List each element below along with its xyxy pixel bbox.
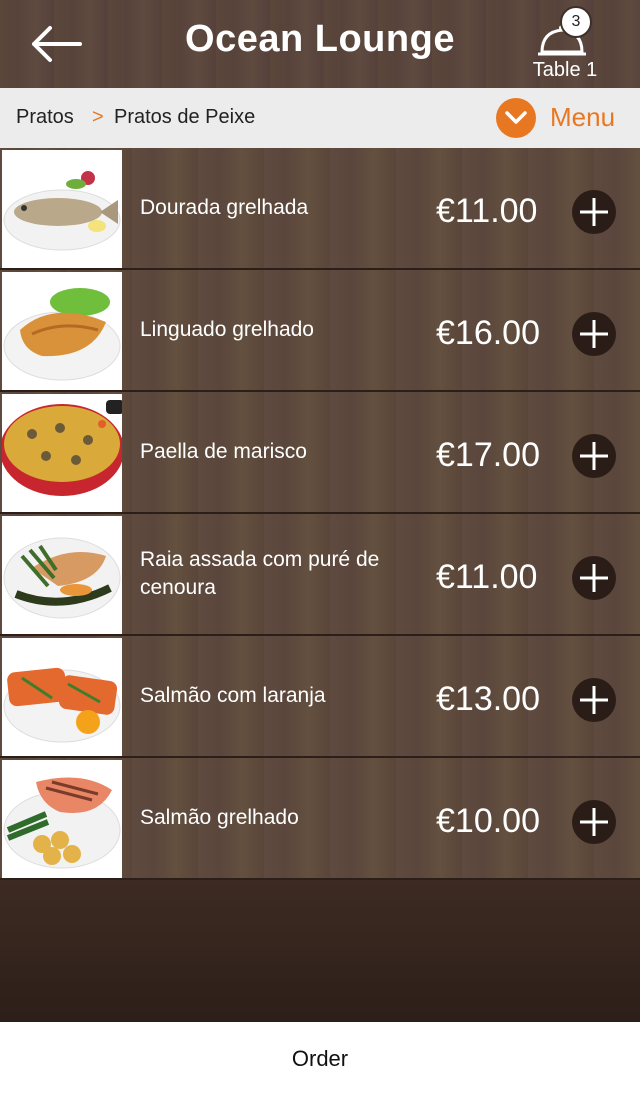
list-item[interactable]: Raia assada com puré de cenoura €11.00 (0, 514, 640, 636)
plus-icon (580, 442, 608, 470)
dish-name: Salmão grelhado (140, 806, 299, 829)
add-button[interactable] (572, 678, 616, 722)
dish-name: Linguado grelhado (140, 318, 314, 341)
add-button[interactable] (572, 556, 616, 600)
table-cart-button[interactable]: 3 Table 1 (520, 4, 610, 84)
plus-icon (580, 320, 608, 348)
dish-photo (2, 760, 122, 878)
add-button[interactable] (572, 312, 616, 356)
menu-label: Menu (550, 102, 616, 132)
add-button[interactable] (572, 434, 616, 478)
table-label: Table 1 (532, 59, 598, 81)
breadcrumb-separator: > (92, 106, 104, 128)
list-item[interactable]: Linguado grelhado €16.00 (0, 270, 640, 392)
bottom-bar: Order (0, 1022, 640, 1096)
dish-photo (2, 516, 122, 634)
dish-name: Dourada grelhada (140, 196, 309, 219)
dish-photo (2, 272, 122, 390)
cart-count-badge: 3 (560, 6, 592, 38)
dish-photo (2, 394, 122, 512)
dish-price: €16.00 (436, 314, 540, 352)
plus-icon (580, 808, 608, 836)
breadcrumb: Pratos > Pratos de Peixe Menu (0, 88, 640, 149)
order-button[interactable]: Order (0, 1046, 640, 1072)
dish-price: €11.00 (436, 558, 538, 596)
top-bar: Ocean Lounge 3 Table 1 (0, 0, 640, 88)
list-item[interactable]: Salmão com laranja €13.00 (0, 636, 640, 758)
breadcrumb-root[interactable]: Pratos (16, 106, 74, 129)
dish-price: €13.00 (436, 680, 540, 718)
dish-photo (2, 150, 122, 268)
dish-price: €10.00 (436, 802, 540, 840)
plus-icon (580, 564, 608, 592)
list-item[interactable]: Dourada grelhada €11.00 (0, 148, 640, 270)
list-empty-area (0, 880, 640, 1022)
list-item[interactable]: Paella de marisco €17.00 (0, 392, 640, 514)
chevron-down-icon (496, 98, 536, 138)
dish-name: Paella de marisco (140, 440, 307, 463)
dish-name: Raia assada com puré de cenoura (140, 548, 380, 599)
dish-price: €17.00 (436, 436, 540, 474)
dish-list: Dourada grelhada €11.00 Linguado grelhad… (0, 148, 640, 880)
plus-icon (580, 686, 608, 714)
menu-button[interactable]: Menu (496, 96, 636, 140)
breadcrumb-current: Pratos de Peixe (114, 106, 256, 128)
add-button[interactable] (572, 190, 616, 234)
dish-photo (2, 638, 122, 756)
dish-price: €11.00 (436, 192, 538, 230)
add-button[interactable] (572, 800, 616, 844)
plus-icon (580, 198, 608, 226)
dish-name: Salmão com laranja (140, 684, 326, 707)
list-item[interactable]: Salmão grelhado €10.00 (0, 758, 640, 880)
